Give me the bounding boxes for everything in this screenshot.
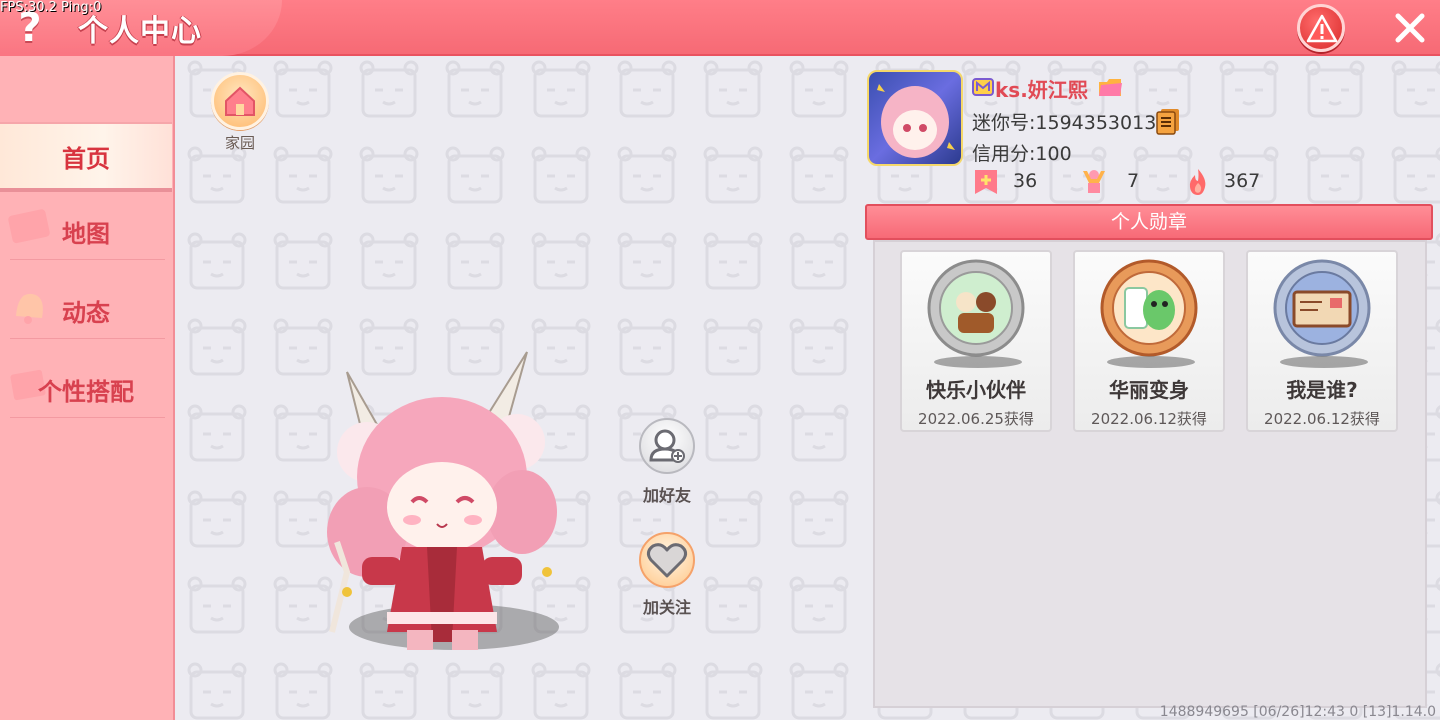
stat-value: 36: [1013, 170, 1038, 192]
vip-icon: [972, 78, 994, 96]
player-character[interactable]: [307, 342, 567, 652]
house-icon: [225, 86, 255, 116]
medal-pedestal: [1107, 356, 1195, 368]
medal-pedestal: [934, 356, 1022, 368]
copy-icon[interactable]: [1155, 107, 1181, 135]
sidebar-item-label: 个性搭配: [38, 377, 134, 406]
stat-value: 367: [1224, 170, 1261, 192]
medal-header: 个人勋章: [865, 204, 1433, 240]
divider: [10, 338, 165, 339]
sidebar-item-home[interactable]: 首页: [0, 122, 172, 192]
version-info: 1488949695 [06/26]12:43 0 [13]1.14.0: [1159, 704, 1436, 720]
medal-pedestal: [1280, 356, 1368, 368]
mini-id: 迷你号:1594353013: [972, 112, 1157, 134]
add-friend-button[interactable]: [639, 418, 695, 474]
medal-name: 我是谁?: [1286, 378, 1358, 402]
stat-value: 7: [1127, 170, 1140, 192]
medal-card[interactable]: 华丽变身 2022.06.12获得: [1073, 250, 1225, 432]
medal-transform-icon: [1100, 259, 1198, 357]
divider: [10, 417, 165, 418]
medal-date: 2022.06.12获得: [1264, 410, 1380, 428]
username: ks.妍江熙: [995, 78, 1088, 102]
medal-name: 快乐小伙伴: [926, 378, 1026, 402]
add-friend-label: 加好友: [642, 486, 691, 505]
sidebar-item-label: 地图: [62, 219, 110, 248]
warning-icon: [1306, 14, 1338, 43]
top-bar: ? 个人中心: [0, 0, 1440, 56]
sidebar-item-map[interactable]: 地图: [0, 196, 172, 266]
close-icon: [1395, 13, 1425, 43]
add-user-icon: [649, 429, 685, 463]
avatar[interactable]: [867, 70, 963, 166]
follow-label: 加关注: [642, 598, 691, 617]
divider: [10, 259, 165, 260]
folder-icon[interactable]: [1097, 76, 1123, 98]
credit-score: 信用分:100: [972, 143, 1072, 165]
flame-icon: [1189, 169, 1206, 195]
sidebar-nav: 首页 地图 动态 个性搭配: [0, 56, 175, 720]
sidebar-item-outfit[interactable]: 个性搭配: [0, 354, 172, 424]
fps-readout: FPS:30.2 Ping:0: [0, 0, 102, 15]
sidebar-item-label: 动态: [62, 298, 110, 327]
cheer-icon: [1083, 170, 1105, 193]
home-label: 家园: [224, 134, 255, 152]
report-button[interactable]: [1297, 4, 1345, 52]
medal-name: 华丽变身: [1109, 378, 1189, 402]
medal-happy-partner-icon: [927, 259, 1025, 357]
sidebar-item-label: 首页: [62, 144, 110, 173]
close-button[interactable]: [1390, 8, 1430, 48]
main-content: 家园 加好友 加关注 ks.妍江熙 迷你号:1594353013 信用分:100…: [177, 56, 1440, 720]
home-button[interactable]: [211, 72, 269, 130]
flag-plus-icon: [975, 170, 997, 194]
follow-button[interactable]: [639, 532, 695, 588]
medal-card[interactable]: 快乐小伙伴 2022.06.25获得: [900, 250, 1052, 432]
medal-card[interactable]: 我是谁? 2022.06.12获得: [1246, 250, 1398, 432]
medal-who-am-i-icon: [1273, 259, 1371, 357]
heart-icon: [646, 543, 688, 578]
avatar-portrait-icon: [877, 84, 955, 158]
medal-date: 2022.06.12获得: [1091, 410, 1207, 428]
sidebar-item-feed[interactable]: 动态: [0, 275, 172, 345]
medal-date: 2022.06.25获得: [918, 410, 1034, 428]
